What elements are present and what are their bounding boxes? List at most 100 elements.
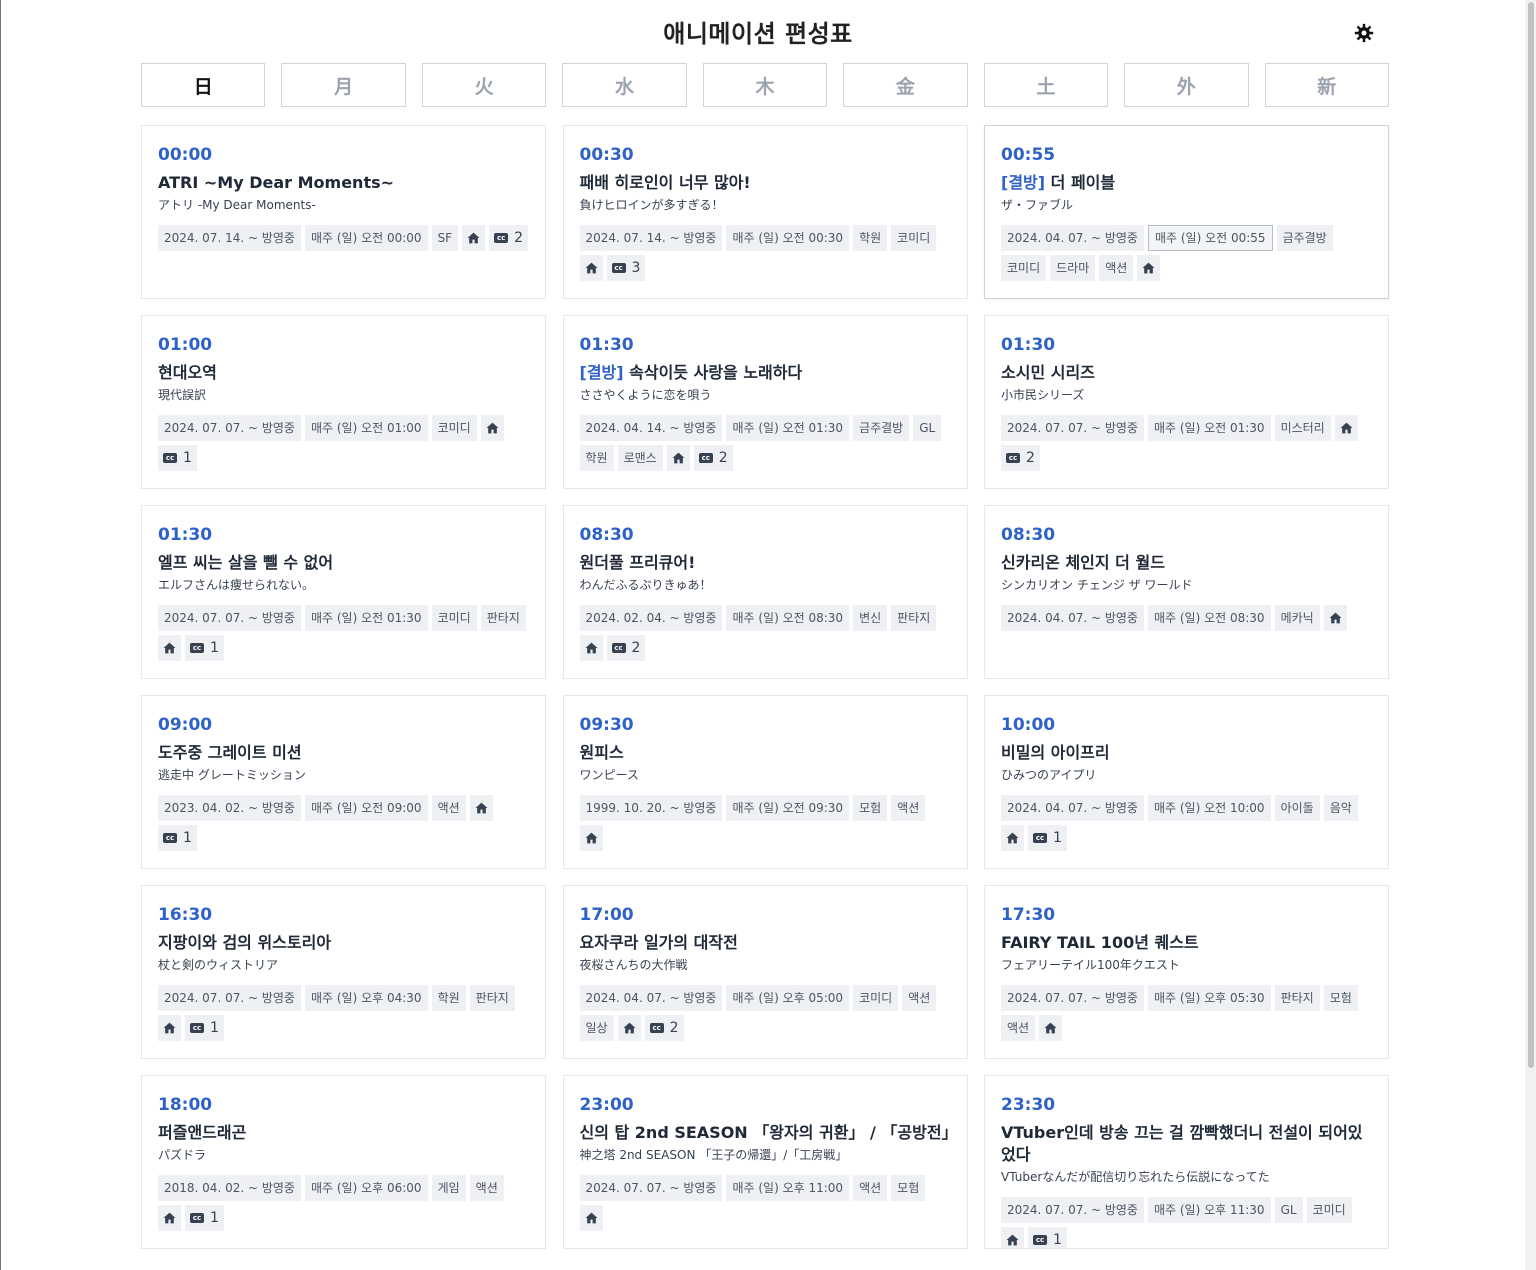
original-title: 夜桜さんちの大作戦 [579, 958, 688, 972]
tab-day-0[interactable]: 日 [141, 63, 266, 107]
subtitle-count: 1 [183, 450, 192, 466]
home-icon[interactable] [158, 635, 181, 661]
title-text: 속삭이듯 사랑을 노래하다 [623, 363, 803, 382]
home-icon[interactable] [666, 445, 690, 471]
closed-caption-icon: cc [649, 1023, 664, 1033]
schedule-card[interactable]: 00:55 [결방] 더 페이블 ザ・ファブル 2024. 04. 07. ~ 방영중… [984, 125, 1389, 299]
subtitle-count-badge[interactable]: cc 1 [158, 445, 197, 471]
closed-caption-icon: cc [698, 453, 713, 463]
scrollbar[interactable] [1525, 0, 1536, 1270]
original-title: 逃走中 グレートミッション [158, 768, 306, 782]
home-icon[interactable] [1039, 1015, 1063, 1041]
schedule-card[interactable]: 17:00 요자쿠라 일가의 대작전 夜桜さんちの大作戦 2024. 04. 07. … [562, 885, 968, 1059]
schedule-grid: 00:00 ATRI ~My Dear Moments~ アトリ -My Dear … [141, 125, 1389, 1249]
subtitle-count-badge[interactable]: cc 1 [185, 635, 224, 661]
tab-day-5[interactable]: 金 [843, 63, 968, 107]
tag: 코미디 [431, 415, 477, 441]
schedule-card[interactable]: 10:00 비밀의 아이프리 ひみつのアイプリ 2024. 04. 07. ~ 방영중… [984, 695, 1389, 869]
subtitle-count-badge[interactable]: cc 2 [644, 1015, 684, 1041]
original-title: 杖と剣のウィストリア [158, 958, 279, 972]
schedule-card[interactable]: 08:30 원더풀 프리큐어! わんだふるぷりきゅあ！ 2024. 02. 04. ~… [562, 505, 968, 679]
tab-day-8[interactable]: 新 [1264, 63, 1389, 107]
tab-day-1[interactable]: 月 [281, 63, 406, 107]
subtitle-count-badge[interactable]: cc 3 [606, 255, 646, 281]
tag: 2024. 04. 07. ~ 방영중 [1001, 225, 1144, 251]
subtitle-count-badge[interactable]: cc 2 [693, 445, 733, 471]
home-icon[interactable] [158, 1015, 181, 1041]
home-icon[interactable] [579, 1205, 603, 1231]
home-icon[interactable] [462, 225, 486, 251]
tab-day-3[interactable]: 水 [562, 63, 687, 107]
home-icon[interactable] [158, 1205, 181, 1231]
home-icon[interactable] [1001, 1227, 1024, 1248]
anime-title: [결방] 더 페이블 [1001, 172, 1372, 194]
air-time: 16:30 [158, 905, 213, 925]
subtitle-count-badge[interactable]: cc 1 [1028, 825, 1067, 851]
schedule-card[interactable]: 23:30 VTuber인데 방송 끄는 걸 깜빡했더니 전설이 되어있었다 VTu… [984, 1075, 1389, 1249]
home-icon[interactable] [1137, 255, 1161, 281]
original-title: わんだふるぷりきゅあ！ [579, 578, 712, 592]
schedule-card[interactable]: 09:00 도주중 그레이트 미션 逃走中 グレートミッション 2023. 04. 0… [141, 695, 546, 869]
theme-toggle-button[interactable] [1351, 20, 1377, 46]
air-time: 09:30 [579, 715, 634, 735]
anime-title: VTuber인데 방송 끄는 걸 깜빡했더니 전설이 되어있었다 [1001, 1122, 1372, 1166]
home-icon[interactable] [617, 1015, 641, 1041]
tag: 액션 [431, 795, 466, 821]
subtitle-count: 2 [631, 640, 641, 656]
subtitle-badge: cc 2 [494, 225, 523, 251]
schedule-card[interactable]: 17:30 FAIRY TAIL 100년 퀘스트 フェアリーテイル100年クエスト… [984, 885, 1389, 1059]
gear-icon [1354, 23, 1374, 43]
tag: 매주 (일) 오전 01:30 [304, 605, 428, 631]
tab-day-4[interactable]: 木 [702, 63, 828, 107]
anime-title: 소시민 시리즈 [1001, 362, 1372, 384]
subtitle-badge: cc 2 [649, 1015, 679, 1041]
subtitle-count-badge[interactable]: cc 2 [489, 225, 529, 251]
home-icon[interactable] [579, 255, 603, 281]
scrollbar-thumb[interactable] [1528, 2, 1534, 1068]
schedule-card[interactable]: 09:30 원피스 ワンピース 1999. 10. 20. ~ 방영중 매주 (일) 오… [562, 695, 968, 869]
subtitle-count-badge[interactable]: cc 2 [606, 635, 646, 661]
subtitle-count-badge[interactable]: cc 1 [185, 1205, 224, 1231]
closed-caption-icon: cc [163, 833, 177, 843]
status-prefix: 결방 [586, 363, 617, 382]
tab-day-7[interactable]: 外 [1124, 63, 1249, 107]
schedule-card[interactable]: 01:30 [결방] 속삭이듯 사랑을 노래하다 ささやくように恋を唄う 2024. … [562, 315, 968, 489]
tab-day-6[interactable]: 土 [983, 63, 1109, 107]
tag-list: 2024. 07. 07. ~ 방영중 매주 (일) 오전 01:30 코미디 판타지… [158, 605, 529, 661]
home-icon[interactable] [469, 795, 493, 821]
schedule-card[interactable]: 01:00 현대오역 現代誤訳 2024. 07. 07. ~ 방영중 매주 (일) 오… [141, 315, 546, 489]
tag-list: 2024. 02. 04. ~ 방영중 매주 (일) 오전 08:30 변신 판타지 c… [579, 605, 951, 661]
tab-day-2[interactable]: 火 [421, 63, 547, 107]
tag: 매주 (일) 오전 00:30 [726, 225, 850, 251]
original-title: ささやくように恋を唄う [579, 388, 712, 402]
schedule-card[interactable]: 00:00 ATRI ~My Dear Moments~ アトリ -My Dear … [141, 125, 546, 299]
tag: 2024. 04. 07. ~ 방영중 [1001, 605, 1144, 631]
tag: 변신 [853, 605, 888, 631]
subtitle-count-badge[interactable]: cc 1 [1028, 1227, 1067, 1248]
subtitle-count-badge[interactable]: cc 1 [158, 825, 197, 851]
home-icon[interactable] [579, 825, 603, 851]
home-icon[interactable] [480, 415, 504, 441]
anime-title: [결방] 속삭이듯 사랑을 노래하다 [580, 362, 951, 384]
closed-caption-icon: cc [1033, 1235, 1047, 1245]
home-icon[interactable] [579, 635, 603, 661]
subtitle-badge: cc 3 [611, 255, 640, 281]
air-time: 00:55 [1001, 145, 1056, 165]
home-icon[interactable] [1323, 605, 1347, 631]
subtitle-badge: cc 1 [1033, 1227, 1062, 1248]
home-icon[interactable] [1334, 415, 1358, 441]
subtitle-count-badge[interactable]: cc 1 [185, 1015, 224, 1041]
tag-list: 2024. 04. 07. ~ 방영중 매주 (일) 오전 00:55 금주결방 코미… [1001, 225, 1372, 281]
subtitle-count-badge[interactable]: cc 2 [1001, 445, 1040, 471]
schedule-card[interactable]: 08:30 신카리온 체인지 더 월드 シンカリオン チェンジ ザ ワールド 2024… [984, 505, 1389, 679]
tag-list: 2024. 07. 07. ~ 방영중 매주 (일) 오후 05:30 판타지 모험 액… [1001, 985, 1372, 1041]
schedule-card[interactable]: 01:30 소시민 시리즈 小市民シリーズ 2024. 07. 07. ~ 방영중 매주… [984, 315, 1389, 489]
home-icon[interactable] [1001, 825, 1024, 851]
schedule-card[interactable]: 00:30 패배 히로인이 너무 많아! 負けヒロインが多すぎる！ 2024. 07.… [562, 125, 968, 299]
schedule-card[interactable]: 01:30 엘프 씨는 살을 뺄 수 없어 エルフさんは痩せられない。 2024. 0… [141, 505, 546, 679]
air-time: 10:00 [1001, 715, 1056, 735]
schedule-card[interactable]: 16:30 지팡이와 검의 위스토리아 杖と剣のウィストリア 2024. 07. 07… [141, 885, 546, 1059]
original-title: シンカリオン チェンジ ザ ワールド [1001, 578, 1193, 592]
schedule-card[interactable]: 18:00 퍼즐앤드래곤 パズドラ 2018. 04. 02. ~ 방영중 매주 (일)… [141, 1075, 546, 1249]
schedule-card[interactable]: 23:00 신의 탑 2nd SEASON 「왕자의 귀환」 / 「공방전」 神之塔… [562, 1075, 968, 1249]
